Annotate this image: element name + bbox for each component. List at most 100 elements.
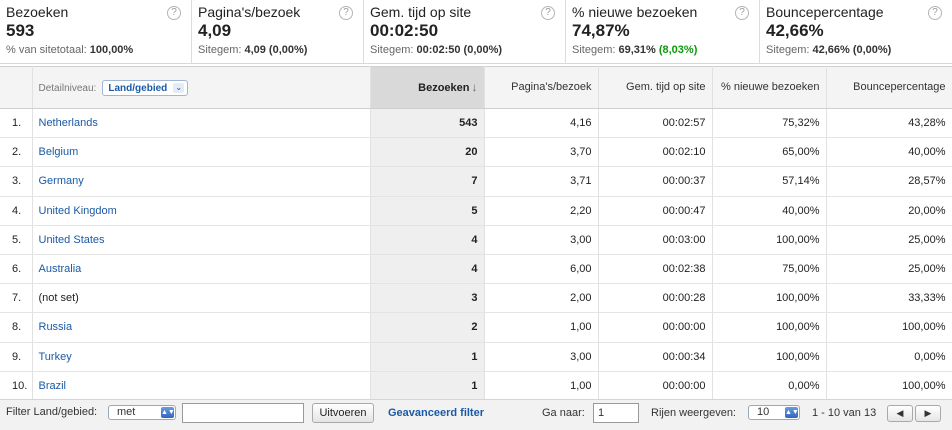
scorecard-value: 593 [6,21,35,40]
column-header-bouncepercentage[interactable]: Bouncepercentage [826,66,952,109]
country-cell: Germany [32,166,371,197]
avg-time-cell: 00:02:57 [598,108,713,139]
scorecard-subtext: Sitegem: 42,66% (0,00%) [766,44,892,56]
select-arrows-icon: ▲▼ [785,407,799,418]
bounce-rate-cell: 25,00% [826,225,952,255]
pages-per-visit-cell: 3,00 [484,225,599,255]
help-icon[interactable]: ? [339,6,353,20]
avg-time-cell: 00:00:37 [598,166,713,197]
pages-per-visit-cell: 1,00 [484,312,599,343]
rows-per-page-select[interactable]: 10 ▲▼ [748,405,800,420]
row-index: 10. [0,371,33,401]
detail-level-label: Detailniveau: [38,82,97,94]
avg-time-cell: 00:02:10 [598,137,713,168]
scorecard-bezoeken: Bezoeken 593 % van sitetotaal: 100,00% ? [0,0,192,64]
chevron-left-icon: ◀ [896,408,904,418]
bounce-rate-cell: 100,00% [826,371,952,401]
table-row: 1. Netherlands 543 4,16 00:02:57 75,32% 43,28% [0,108,952,139]
country-link[interactable]: Belgium [39,146,79,158]
scorecard-subtext: Sitegem: 69,31% (8,03%) [572,44,698,56]
apply-filter-button[interactable]: Uitvoeren [312,403,374,423]
country-cell: (not set) [32,283,371,314]
row-index: 9. [0,342,33,372]
row-index: 8. [0,312,33,343]
scorecard-value: 4,09 [198,21,232,40]
scorecard-bouncepercentage: Bouncepercentage 42,66% Sitegem: 42,66% … [760,0,952,64]
dimension-header: Detailniveau: Land/gebied ⌄ [32,66,371,109]
avg-time-cell: 00:00:00 [598,371,713,401]
scorecard-paginas-per-bezoek: Pagina's/bezoek 4,09 Sitegem: 4,09 (0,00… [192,0,364,64]
country-link[interactable]: United States [39,234,105,246]
scorecard-gem-tijd-op-site: Gem. tijd op site 00:02:50 Sitegem: 00:0… [364,0,566,64]
positive-delta: (8,03%) [658,44,698,56]
next-page-button[interactable]: ▶ [915,405,941,422]
visits-cell: 7 [370,166,485,197]
row-index: 1. [0,108,33,139]
country-cell: Brazil [32,371,371,401]
row-index: 2. [0,137,33,168]
visits-cell: 1 [370,371,485,401]
column-header-paginas-per-bezoek[interactable]: Pagina's/bezoek [484,66,599,109]
rows-per-page-label: Rijen weergeven: [651,407,736,419]
column-header-bezoeken[interactable]: Bezoeken ↓ [370,66,485,109]
help-icon[interactable]: ? [735,6,749,20]
country-link[interactable]: Netherlands [39,117,98,129]
filter-input[interactable] [182,403,304,423]
bounce-rate-cell: 33,33% [826,283,952,314]
help-icon[interactable]: ? [541,6,555,20]
new-visits-cell: 100,00% [712,283,827,314]
dimension-select[interactable]: Land/gebied ⌄ [102,79,189,96]
visits-cell: 4 [370,225,485,255]
new-visits-cell: 65,00% [712,137,827,168]
scorecard-label: Bezoeken [6,4,69,20]
bounce-rate-cell: 40,00% [826,137,952,168]
advanced-filter-link[interactable]: Geavanceerd filter [388,407,484,419]
column-header-nieuwe-bezoeken[interactable]: % nieuwe bezoeken [712,66,827,109]
bounce-rate-cell: 100,00% [826,312,952,343]
country-link[interactable]: Turkey [39,351,72,363]
pages-per-visit-cell: 3,71 [484,166,599,197]
scorecard-subtext: % van sitetotaal: 100,00% [6,44,134,56]
goto-page-input[interactable]: 1 [593,403,639,423]
chevron-down-icon: ⌄ [173,82,185,93]
bounce-rate-cell: 28,57% [826,166,952,197]
table-row: 5. United States 4 3,00 00:03:00 100,00% 25,00… [0,225,952,255]
table-footer: Filter Land/gebied: met ▲▼ Uitvoeren Geav… [0,399,952,430]
table-header-row: Detailniveau: Land/gebied ⌄ Bezoeken ↓ Pag… [0,66,952,109]
metric-scorecards: Bezoeken 593 % van sitetotaal: 100,00% ?… [0,0,952,64]
row-index: 6. [0,254,33,285]
pages-per-visit-cell: 2,20 [484,196,599,226]
pages-per-visit-cell: 6,00 [484,254,599,285]
visits-cell: 4 [370,254,485,285]
country-link[interactable]: United Kingdom [39,205,117,217]
visits-cell: 543 [370,108,485,139]
country-cell: Netherlands [32,108,371,139]
scorecard-subtext: Sitegem: 00:02:50 (0,00%) [370,44,503,56]
scorecard-subtext: Sitegem: 4,09 (0,00%) [198,44,308,56]
new-visits-cell: 0,00% [712,371,827,401]
pages-per-visit-cell: 2,00 [484,283,599,314]
new-visits-cell: 40,00% [712,196,827,226]
table-row: 8. Russia 2 1,00 00:00:00 100,00% 100,00% [0,312,952,343]
bounce-rate-cell: 43,28% [826,108,952,139]
country-link[interactable]: Brazil [39,380,67,392]
previous-page-button[interactable]: ◀ [887,405,913,422]
pages-per-visit-cell: 3,70 [484,137,599,168]
visits-cell: 5 [370,196,485,226]
select-arrows-icon: ▲▼ [161,407,175,418]
country-cell: Belgium [32,137,371,168]
country-link: (not set) [38,292,79,305]
country-link[interactable]: Germany [39,175,84,187]
country-link[interactable]: Russia [39,321,73,333]
avg-time-cell: 00:00:34 [598,342,713,372]
column-header-gem-tijd[interactable]: Gem. tijd op site [598,66,713,109]
help-icon[interactable]: ? [928,6,942,20]
avg-time-cell: 00:00:28 [598,283,713,314]
help-icon[interactable]: ? [167,6,181,20]
country-link[interactable]: Australia [39,263,82,275]
table-row: 9. Turkey 1 3,00 00:00:34 100,00% 0,00% [0,342,952,372]
visits-cell: 2 [370,312,485,343]
filter-operator-select[interactable]: met ▲▼ [108,405,176,420]
avg-time-cell: 00:00:00 [598,312,713,343]
scorecard-label: % nieuwe bezoeken [572,4,698,20]
